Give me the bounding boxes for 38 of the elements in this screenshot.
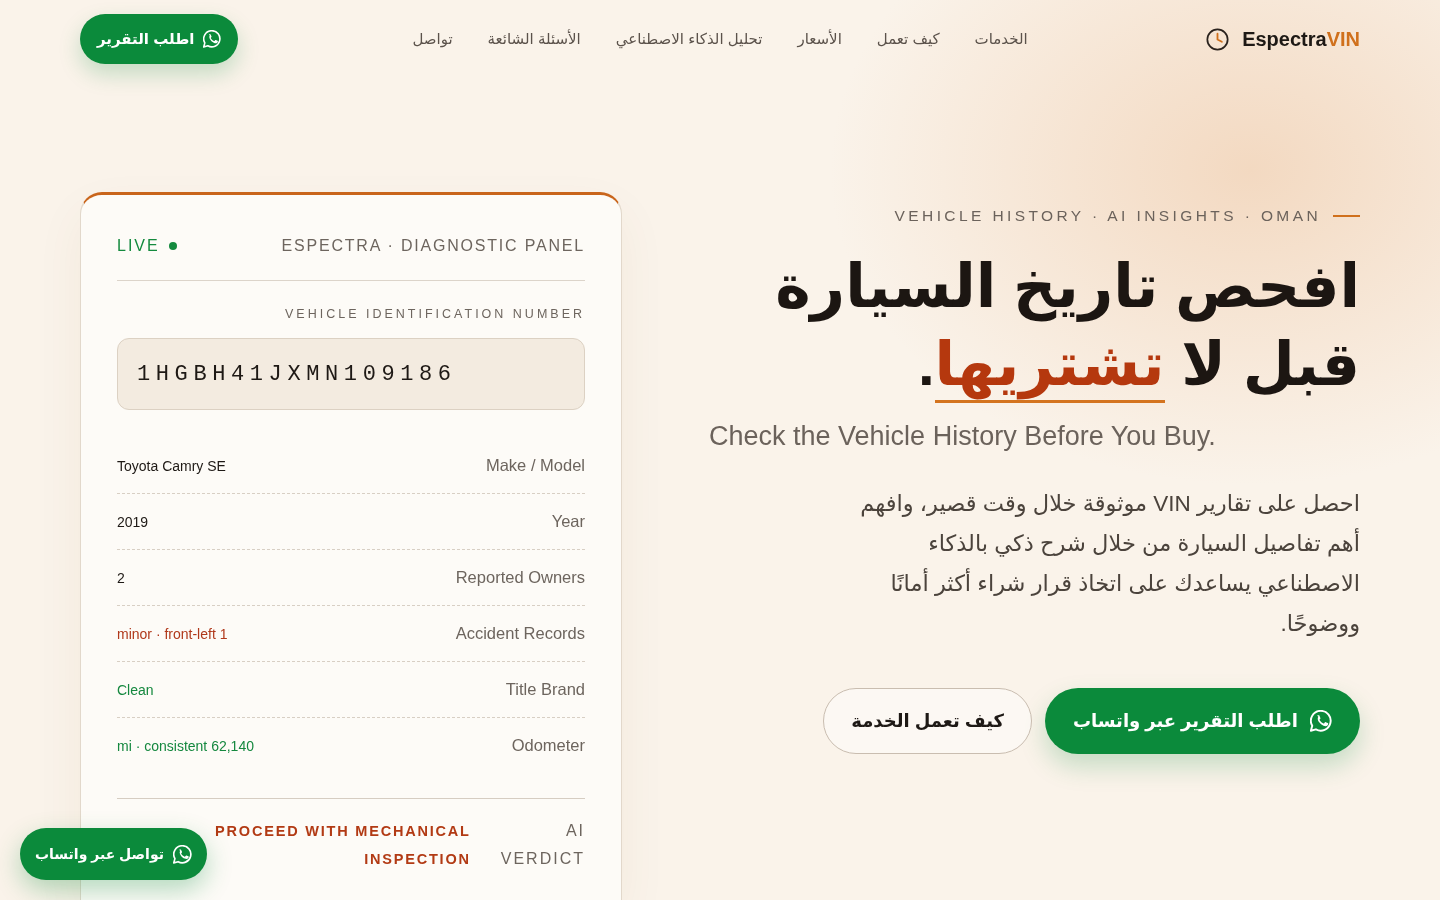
hero-description: احصل على تقارير VIN موثوقة خلال وقت قصير، وافهم أهم تفاصيل السيارة من خلال شرح ذكي بالذكاء الاصطناعي يساعدك على اتخاذ قرار شراء أكثر أمانًا ووضوحًا. <box>859 490 1360 639</box>
whatsapp-report-button[interactable]: اطلب التقرير عبر واتساب <box>1044 688 1360 754</box>
spec-value: mi · consistent 62,140 <box>117 737 254 754</box>
panel-title: ESPECTRA · DIAGNOSTIC PANEL <box>281 237 585 255</box>
spec-value: Toyota Camry SE <box>117 457 226 474</box>
phone-chat-icon <box>172 844 192 864</box>
spec-label: Title Brand <box>505 680 585 699</box>
nav-link[interactable]: الأسعار <box>797 30 842 48</box>
verdict-value: PROCEED WITH MECHANICAL INSPECTION <box>214 822 471 869</box>
spec-value: 2 <box>117 569 125 586</box>
phone-chat-icon <box>1310 710 1332 732</box>
spec-value: 2019 <box>117 513 149 530</box>
spec-value: Clean <box>117 681 154 698</box>
whatsapp-chat-button[interactable]: تواصل عبر واتساب <box>20 828 207 880</box>
spec-value: minor · front-left 1 <box>117 625 228 642</box>
nav-link[interactable]: الأسئلة الشائعة <box>487 30 581 48</box>
clock-icon <box>1206 27 1230 51</box>
spec-label: Reported Owners <box>455 568 585 587</box>
spec-label: Accident Records <box>455 624 585 643</box>
nav-link[interactable]: كيف تعمل <box>876 30 940 48</box>
hero-subtitle: Check the Vehicle History Before You Buy. <box>709 420 1216 453</box>
spec-label: Make / Model <box>485 456 585 475</box>
nav-link[interactable]: تواصل <box>412 30 453 48</box>
hero-heading: افحص تاريخ السيارة قبل لا تشتريها. <box>775 248 1360 404</box>
how-it-works-button[interactable]: كيف تعمل الخدمة <box>823 688 1032 754</box>
verdict-label: AI VERDICT <box>500 821 585 869</box>
nav-link[interactable]: تحليل الذكاء الاصطناعي <box>615 30 763 48</box>
vin-display: 1HGBH41JXMN109186 <box>117 338 585 410</box>
brand-logo[interactable]: EspectraVIN <box>1242 27 1360 51</box>
spec-label: Year <box>551 512 585 531</box>
nav-link[interactable]: الخدمات <box>974 30 1028 48</box>
live-status-label: LIVE <box>117 237 160 255</box>
vin-label: VEHICLE IDENTIFICATION NUMBER <box>285 307 585 321</box>
phone-chat-icon <box>203 30 222 48</box>
eyebrow-text: VEHICLE HISTORY · AI INSIGHTS · OMAN <box>894 207 1321 225</box>
spec-label: Odometer <box>511 736 585 755</box>
request-report-button[interactable]: اطلب التقرير <box>80 14 239 64</box>
live-dot-icon <box>168 242 177 250</box>
